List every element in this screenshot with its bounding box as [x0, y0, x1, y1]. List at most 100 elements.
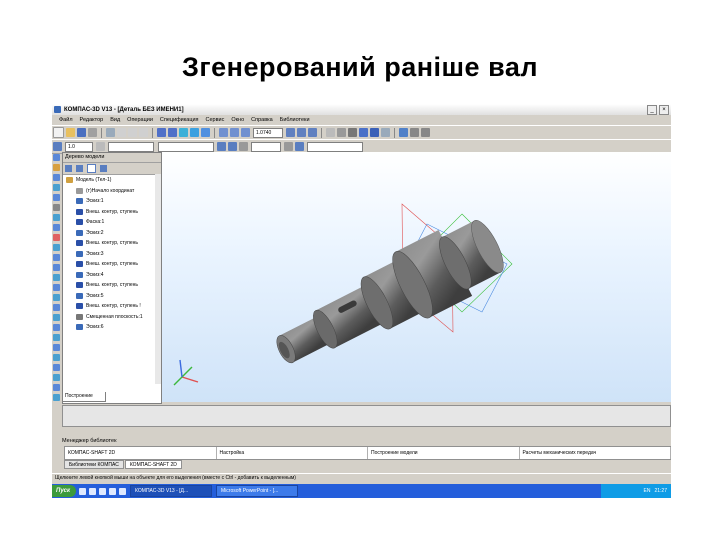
hidden-lines-icon[interactable]	[337, 128, 346, 137]
tree-item[interactable]: Внеш. контур, ступень	[66, 280, 161, 291]
tree-item[interactable]: Смещенная плоскость:1	[66, 312, 161, 323]
surfaces-icon[interactable]	[53, 183, 60, 191]
tree-item[interactable]: (т)Начало координат	[66, 186, 161, 197]
quicklaunch-icon[interactable]	[99, 487, 107, 495]
paste-icon[interactable]	[139, 128, 148, 137]
tree-item[interactable]: Модель (Тел-1)	[66, 175, 161, 186]
menu-service[interactable]: Сервис	[206, 117, 225, 123]
fillet-icon[interactable]	[53, 333, 60, 341]
language-indicator[interactable]: EN	[644, 488, 651, 494]
mirror-icon[interactable]	[53, 383, 60, 391]
new-file-icon[interactable]	[53, 127, 64, 138]
measure-tools-icon[interactable]	[53, 213, 60, 221]
view-field[interactable]	[158, 141, 214, 152]
quicklaunch-icon[interactable]	[89, 487, 97, 495]
undo-icon[interactable]	[157, 128, 166, 137]
tree-view-icon[interactable]	[65, 165, 72, 172]
filter-icon[interactable]	[421, 128, 430, 137]
tree-sort-icon[interactable]	[100, 165, 107, 172]
rib-icon[interactable]	[53, 363, 60, 371]
task-kompas[interactable]: КОМПАС-3D V13 - [Д...	[130, 485, 213, 497]
shaded-icon[interactable]	[359, 128, 368, 137]
filters-icon[interactable]	[53, 223, 60, 231]
edit-parts-icon[interactable]	[53, 153, 60, 161]
aux-geometry-icon[interactable]	[53, 203, 60, 211]
sheet-metal-icon[interactable]	[53, 263, 60, 271]
measure-icon[interactable]	[410, 128, 419, 137]
help-icon[interactable]	[201, 128, 210, 137]
arrays-icon[interactable]	[53, 193, 60, 201]
menu-edit[interactable]: Редактор	[80, 117, 104, 123]
cut-icon[interactable]	[117, 128, 126, 137]
layer-icon[interactable]	[96, 142, 105, 151]
extrude-tool-icon[interactable]	[53, 273, 60, 281]
menu-view[interactable]: Вид	[110, 117, 120, 123]
save-icon[interactable]	[77, 128, 86, 137]
cursor-field[interactable]	[307, 141, 363, 152]
scale-field[interactable]: 1.0740	[253, 127, 283, 138]
menu-libraries[interactable]: Библиотеки	[280, 117, 310, 123]
quicklaunch-icon[interactable]	[109, 487, 117, 495]
rotate-tool-icon[interactable]	[53, 283, 60, 291]
step-icon[interactable]	[284, 142, 293, 151]
tab-kompas-libraries[interactable]: Библиотеки КОМПАС	[64, 460, 124, 469]
tree-item[interactable]: Эскиз:1	[66, 196, 161, 207]
minimize-button[interactable]: _	[647, 105, 657, 115]
spec-icon[interactable]	[53, 233, 60, 241]
library-item[interactable]: КОМПАС-SHAFT 2D	[65, 447, 217, 459]
thread-icon[interactable]	[53, 393, 60, 401]
orientation-icon[interactable]	[308, 128, 317, 137]
tree-structure-icon[interactable]	[87, 164, 96, 173]
tab-construction[interactable]: Построение	[62, 392, 106, 402]
section-icon[interactable]	[399, 128, 408, 137]
close-button[interactable]: ×	[659, 105, 669, 115]
quicklaunch-icon[interactable]	[79, 487, 87, 495]
pan-icon[interactable]	[286, 128, 295, 137]
task-powerpoint[interactable]: Microsoft PowerPoint - [...	[216, 485, 299, 497]
zoom-in-icon[interactable]	[219, 128, 228, 137]
redo-icon[interactable]	[168, 128, 177, 137]
elements-icon[interactable]	[53, 253, 60, 261]
cut-extrude-icon[interactable]	[53, 313, 60, 321]
model-viewport[interactable]	[162, 152, 671, 402]
perspective-icon[interactable]	[381, 128, 390, 137]
tab-kompas-shaft[interactable]: КОМПАС-SHAFT 2D	[124, 460, 182, 469]
tree-item[interactable]: Эскиз:5	[66, 291, 161, 302]
tree-item[interactable]: Внеш. контур, ступень	[66, 238, 161, 249]
grid-icon[interactable]	[228, 142, 237, 151]
menu-file[interactable]: Файл	[59, 117, 73, 123]
kinematic-icon[interactable]	[53, 293, 60, 301]
open-file-icon[interactable]	[66, 128, 75, 137]
menu-help[interactable]: Справка	[251, 117, 273, 123]
state-field[interactable]	[108, 141, 154, 152]
tree-item[interactable]: Эскиз:6	[66, 322, 161, 333]
curves-icon[interactable]	[53, 173, 60, 181]
preview-icon[interactable]	[106, 128, 115, 137]
thin-lines-icon[interactable]	[348, 128, 357, 137]
tree-filter-icon[interactable]	[76, 165, 83, 172]
zoom-window-icon[interactable]	[230, 128, 239, 137]
menu-window[interactable]: Окно	[231, 117, 244, 123]
snap-icon[interactable]	[217, 142, 226, 151]
library-item[interactable]: Настройка	[217, 447, 368, 459]
chamfer-tool-icon[interactable]	[53, 343, 60, 351]
wireframe-icon[interactable]	[326, 128, 335, 137]
tree-item[interactable]: Фаска:1	[66, 217, 161, 228]
copy-icon[interactable]	[128, 128, 137, 137]
start-button[interactable]: Пуск	[52, 485, 77, 497]
shell-icon[interactable]	[53, 353, 60, 361]
coord-field[interactable]	[251, 141, 281, 152]
tree-item[interactable]: Внеш. контур, ступень	[66, 259, 161, 270]
tree-item[interactable]: Эскиз:3	[66, 249, 161, 260]
zoom-all-icon[interactable]	[241, 128, 250, 137]
library-item[interactable]: Построение модели	[368, 447, 520, 459]
variables-icon[interactable]	[190, 128, 199, 137]
properties-icon[interactable]	[179, 128, 188, 137]
tree-item[interactable]: Эскиз:2	[66, 228, 161, 239]
print-icon[interactable]	[88, 128, 97, 137]
quicklaunch-icon[interactable]	[119, 487, 127, 495]
sketch-tools-icon[interactable]	[53, 163, 60, 171]
tree-scrollbar[interactable]	[155, 174, 161, 384]
hole-icon[interactable]	[53, 323, 60, 331]
tree-item[interactable]: Эскиз:4	[66, 270, 161, 281]
